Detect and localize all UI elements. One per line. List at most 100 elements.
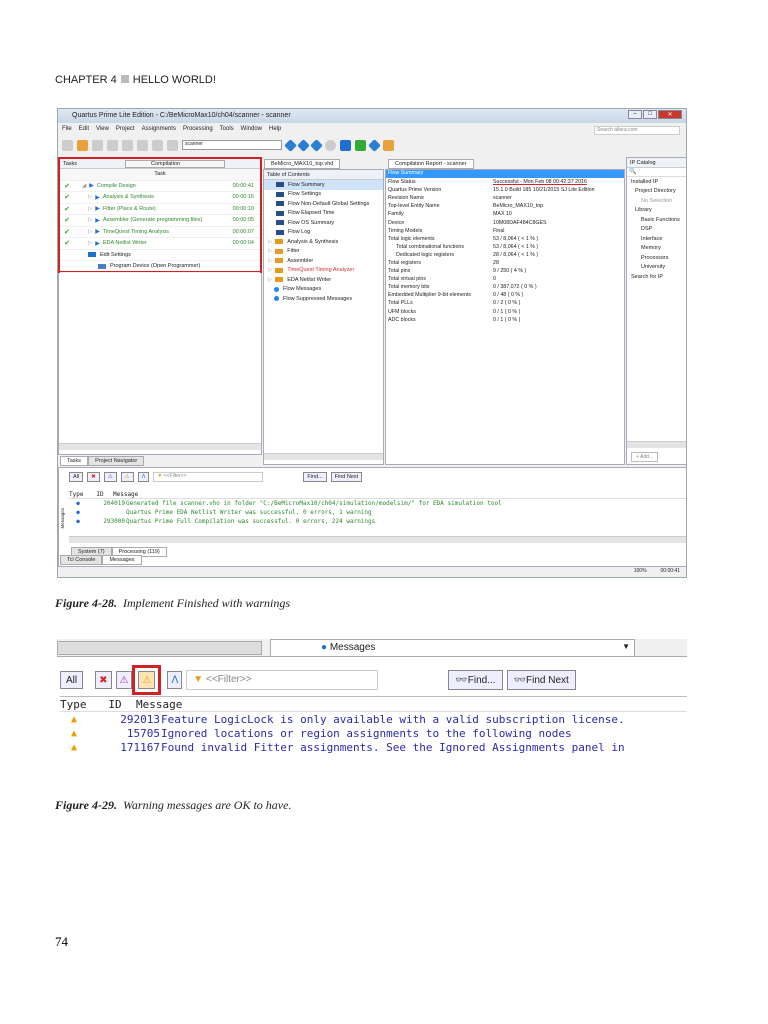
task-row[interactable]: Program Device (Open Programmer): [60, 261, 260, 273]
ip-item[interactable]: Interface: [627, 234, 686, 244]
search-input[interactable]: Search altera.com: [594, 126, 680, 135]
add-ip-button[interactable]: + Add...: [631, 452, 659, 462]
toc-item[interactable]: Flow Messages: [264, 285, 383, 295]
toc-item[interactable]: ▷ EDA Netlist Writer: [264, 275, 383, 285]
horizontal-scrollbar[interactable]: [627, 441, 686, 448]
task-row[interactable]: ✔ ▷ ▶ Analysis & Synthesis 00:00:16: [60, 192, 260, 204]
start-icon[interactable]: [340, 139, 351, 151]
expand-icon[interactable]: ▷: [88, 217, 92, 223]
critical-warning-filter-icon[interactable]: ⚠: [115, 671, 133, 689]
menu-item[interactable]: Tools: [220, 126, 234, 132]
programmer-icon[interactable]: [368, 138, 381, 152]
expand-icon[interactable]: ▷: [268, 277, 272, 283]
find-button[interactable]: Find...: [303, 472, 327, 482]
warning-filter-icon[interactable]: ⚠: [120, 472, 134, 482]
toc-item[interactable]: Flow Log: [264, 228, 383, 238]
tab-compilation-report[interactable]: Compilation Report - scanner: [388, 159, 474, 169]
filter-input[interactable]: ▼ <<Filter>>: [153, 472, 264, 482]
expand-icon[interactable]: ▷: [268, 248, 272, 254]
expand-icon[interactable]: ▷: [268, 258, 272, 264]
toc-item[interactable]: ▷ Fitter: [264, 247, 383, 257]
toc-item[interactable]: ▷ Assembler: [264, 256, 383, 266]
all-filter-button[interactable]: All: [60, 671, 84, 689]
expand-icon[interactable]: ▷: [88, 206, 92, 212]
search-icon[interactable]: 🔍: [627, 168, 686, 177]
new-file-icon[interactable]: [62, 139, 73, 151]
view-dropdown[interactable]: ● Messages ▼: [270, 639, 635, 657]
play-icon[interactable]: ▶: [95, 205, 100, 212]
play-icon[interactable]: ▶: [95, 228, 100, 235]
ip-item[interactable]: Library: [627, 206, 686, 216]
expand-icon[interactable]: ▷: [268, 239, 272, 245]
ip-icon[interactable]: [383, 139, 394, 151]
close-button[interactable]: ✕: [658, 110, 682, 119]
maximize-button[interactable]: □: [643, 110, 657, 119]
task-row[interactable]: Edit Settings: [60, 250, 260, 261]
horizontal-scrollbar[interactable]: [264, 453, 383, 460]
horizontal-scrollbar[interactable]: [57, 641, 262, 655]
tab-file[interactable]: BeMicro_MAX10_top.vhd: [264, 159, 341, 169]
task-row[interactable]: ✔ ◢ ▶ Compile Design 00:00:41: [60, 181, 260, 192]
task-row[interactable]: ✔ ▷ ▶ Fitter (Place & Route) 00:00:10: [60, 204, 260, 215]
cut-icon[interactable]: [107, 139, 118, 151]
find-button[interactable]: 👓 Find...: [448, 670, 503, 690]
redo-icon[interactable]: [167, 139, 178, 151]
menu-item[interactable]: Edit: [79, 126, 89, 132]
tab-tcl-console[interactable]: Tcl Console: [60, 555, 103, 565]
play-icon[interactable]: ▶: [95, 240, 100, 247]
toc-item[interactable]: Flow Suppressed Messages: [264, 294, 383, 304]
message-row[interactable]: ● 293000 Quartus Prime Full Compilation wa…: [69, 517, 686, 526]
expand-icon[interactable]: ▷: [88, 229, 92, 235]
ip-item[interactable]: DSP: [627, 225, 686, 235]
copy-icon[interactable]: [122, 139, 133, 151]
tab-messages[interactable]: Messages: [102, 555, 142, 565]
info-filter-icon[interactable]: ᐱ: [137, 472, 150, 482]
message-row[interactable]: ▲ 15705 Ignored locations or region assign…: [60, 726, 687, 740]
find-next-button[interactable]: Find Next: [330, 472, 363, 482]
ip-item[interactable]: Project Directory: [627, 187, 686, 197]
expand-icon[interactable]: ◢: [82, 183, 86, 189]
analysis-icon[interactable]: [297, 138, 310, 152]
compile-icon[interactable]: [284, 138, 297, 152]
open-folder-icon[interactable]: [77, 139, 88, 151]
ip-item[interactable]: University: [627, 263, 686, 273]
menu-item[interactable]: Help: [269, 126, 281, 132]
ip-item[interactable]: Search for IP: [627, 272, 686, 282]
message-row[interactable]: ▲ 171167 Found invalid Fitter assignments.…: [60, 740, 687, 754]
play-icon[interactable]: ▶: [95, 217, 100, 224]
menu-item[interactable]: Assignments: [142, 126, 176, 132]
warning-filter-icon[interactable]: ⚠: [138, 671, 156, 689]
message-row[interactable]: ● Quartus Prime EDA Netlist Writer was su…: [69, 508, 686, 517]
assembler-icon[interactable]: [355, 139, 366, 151]
toc-item[interactable]: ▷ Analysis & Synthesis: [264, 237, 383, 247]
tab-project-navigator[interactable]: Project Navigator: [88, 456, 145, 466]
message-row[interactable]: ▲ 292013 Feature LogicLock is only availab…: [60, 712, 687, 726]
ip-item[interactable]: Memory: [627, 244, 686, 254]
all-filter-button[interactable]: All: [69, 472, 84, 482]
horizontal-scrollbar[interactable]: [59, 443, 261, 450]
task-row[interactable]: ✔ ▷ ▶ EDA Netlist Writer 00:00:04: [60, 238, 260, 250]
menu-item[interactable]: Processing: [183, 126, 213, 132]
minimize-button[interactable]: –: [628, 110, 642, 119]
message-row[interactable]: ● 204019 Generated file scanner.vho in fol…: [69, 499, 686, 508]
critical-warning-filter-icon[interactable]: ⚠: [103, 472, 117, 482]
paste-icon[interactable]: [137, 139, 148, 151]
menu-item[interactable]: Window: [241, 126, 262, 132]
tab-tasks[interactable]: Tasks: [60, 456, 89, 466]
undo-icon[interactable]: [152, 139, 163, 151]
fitter-icon[interactable]: [310, 138, 323, 152]
toc-item[interactable]: Flow OS Summary: [264, 218, 383, 228]
expand-icon[interactable]: ▷: [88, 194, 92, 200]
toc-item[interactable]: Flow Elapsed Time: [264, 209, 383, 219]
ip-item[interactable]: Basic Functions: [627, 215, 686, 225]
toc-item[interactable]: ▷ TimeQuest Timing Analyzer: [264, 266, 383, 276]
menu-item[interactable]: Project: [116, 126, 135, 132]
error-filter-icon[interactable]: ✖: [95, 671, 112, 689]
menu-item[interactable]: View: [96, 126, 109, 132]
find-next-button[interactable]: 👓 Find Next: [506, 670, 576, 690]
ip-item[interactable]: Installed IP: [627, 177, 686, 187]
expand-icon[interactable]: ▷: [88, 240, 92, 246]
ip-item[interactable]: No Selection: [627, 196, 686, 206]
info-filter-icon[interactable]: ᐱ: [167, 671, 183, 689]
toc-item[interactable]: Flow Settings: [264, 190, 383, 200]
